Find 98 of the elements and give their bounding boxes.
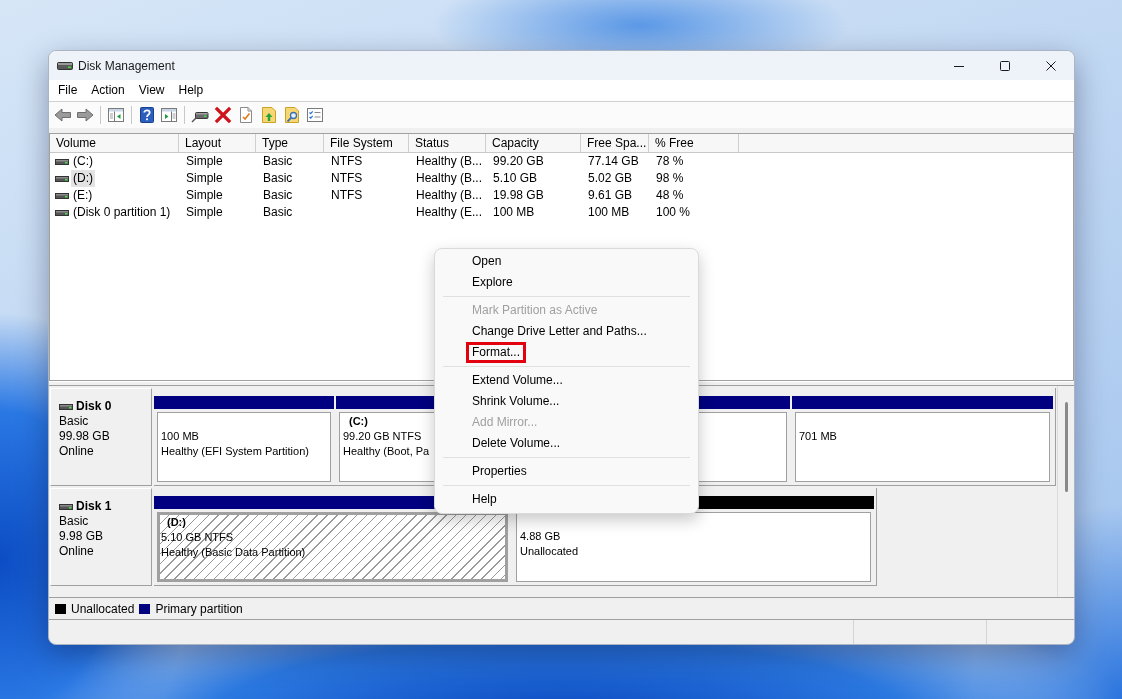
table-cell-text: Basic (262, 170, 294, 187)
menu-item[interactable]: Open (466, 251, 508, 272)
disk-status: Online (59, 444, 95, 459)
table-cell-text: Simple (185, 170, 224, 187)
window-title: Disk Management (78, 57, 175, 75)
table-cell[interactable]: (D:) (71, 170, 95, 187)
drive-icon (55, 157, 69, 166)
table-cell-text: NTFS (330, 170, 364, 187)
column-header[interactable]: Type (256, 134, 324, 152)
partition-status: Healthy (EFI System Partition) (161, 444, 309, 459)
column-header[interactable]: Layout (179, 134, 256, 152)
partition-body[interactable]: 701 MB (795, 412, 1050, 482)
column-header[interactable]: % Free (649, 134, 739, 152)
maximize-icon (1000, 60, 1010, 71)
table-cell-text: Healthy (B... (415, 153, 484, 170)
back-arrow-icon[interactable] (54, 106, 72, 124)
table-cell-text: Basic (262, 153, 294, 170)
cross-icon[interactable] (214, 106, 232, 124)
partition-size: 100 MB (161, 429, 199, 444)
forward-arrow-icon[interactable] (76, 106, 94, 124)
close-icon (1046, 60, 1056, 71)
menu-item[interactable]: Extend Volume... (466, 370, 569, 391)
drive-icon (55, 208, 69, 217)
menu-item[interactable]: Help (171, 80, 211, 101)
menu-item[interactable]: File (51, 80, 85, 101)
table-cell-text: Simple (185, 187, 224, 204)
menu-item[interactable]: Shrink Volume... (466, 391, 566, 412)
disk-drive-icon (57, 59, 73, 72)
table-cell-text: 77.14 GB (587, 153, 640, 170)
table-cell[interactable]: (E:) (71, 187, 95, 204)
menu-item[interactable]: Format... (466, 342, 526, 363)
partition-status: Healthy (Basic Data Partition) (161, 545, 306, 560)
table-cell-text: NTFS (330, 187, 364, 204)
disk-size: 99.98 GB (59, 429, 111, 444)
menu-item[interactable]: Help (466, 489, 503, 510)
column-header[interactable]: File System (324, 134, 409, 152)
menu-item[interactable]: Explore (466, 272, 519, 293)
table-cell-text: 9.61 GB (587, 187, 634, 204)
folder-up-arrow-icon[interactable] (260, 106, 278, 124)
partition-body[interactable]: (D:) 5.10 GB NTFS Healthy (Basic Data Partition) (157, 512, 508, 582)
disk-size: 9.98 GB (59, 529, 105, 544)
drive-icon (55, 174, 69, 183)
menu-item[interactable]: Action (84, 80, 132, 101)
table-cell-text: 100 MB (492, 204, 536, 221)
help-icon[interactable] (138, 106, 156, 124)
folder-search-icon[interactable] (283, 106, 301, 124)
table-cell-text: 5.10 GB (492, 170, 539, 187)
menu-item[interactable]: Delete Volume... (466, 433, 567, 454)
menu-item[interactable]: View (131, 80, 172, 101)
drive-icon (59, 402, 73, 411)
table-cell-text: NTFS (330, 153, 364, 170)
table-cell-text: 78 % (655, 153, 685, 170)
partition-body[interactable]: 4.88 GB Unallocated (516, 512, 871, 582)
disk-status: Online (59, 544, 95, 559)
checklist-icon[interactable] (306, 106, 324, 124)
legend-label: Primary partition (155, 600, 243, 618)
table-cell-text: 98 % (655, 170, 685, 187)
menu-item[interactable]: Change Drive Letter and Paths... (466, 321, 653, 342)
partition-body[interactable]: 100 MB Healthy (EFI System Partition) (157, 412, 331, 482)
drive-icon (59, 502, 73, 511)
table-cell-text: Basic (262, 187, 294, 204)
table-cell-text: 19.98 GB (492, 187, 545, 204)
disk-name: Disk 1 (76, 499, 112, 514)
partition-status: Unallocated (520, 544, 579, 559)
scrollbar-thumb[interactable] (1065, 402, 1068, 492)
partition-size: 4.88 GB (520, 529, 561, 544)
column-header[interactable]: Capacity (486, 134, 581, 152)
checked-document-icon[interactable] (237, 106, 255, 124)
disk-name: Disk 0 (76, 399, 112, 414)
partition-label: (C:) (349, 414, 368, 429)
table-cell-text: 100 % (655, 204, 692, 221)
table-cell-text: 5.02 GB (587, 170, 634, 187)
partition-status: Healthy (Boot, Pa (343, 444, 430, 459)
column-header[interactable]: Status (409, 134, 486, 152)
menu-item[interactable]: Properties (466, 461, 533, 482)
table-cell-text: Healthy (B... (415, 187, 484, 204)
partition-size: 701 MB (799, 429, 837, 444)
drive-icon (55, 191, 69, 200)
table-cell-text: 100 MB (587, 204, 631, 221)
disk-info-panel[interactable]: Disk 0 Basic 99.98 GB Online (50, 388, 152, 486)
partition-size: 99.20 GB NTFS (343, 429, 422, 444)
column-header[interactable]: Free Spa... (581, 134, 649, 152)
table-cell[interactable]: (C:) (71, 153, 95, 170)
disk-info-panel[interactable]: Disk 1 Basic 9.98 GB Online (50, 488, 152, 586)
table-cell-text: Healthy (E... (415, 204, 484, 221)
table-cell-text: Simple (185, 153, 224, 170)
column-header[interactable]: Volume (50, 134, 179, 152)
table-cell-text: Healthy (B... (415, 170, 484, 187)
legend-label: Unallocated (71, 600, 135, 618)
table-cell-text: Basic (262, 204, 294, 221)
table-cell-text: 48 % (655, 187, 685, 204)
table-cell-text: Simple (185, 204, 224, 221)
partition-label: (D:) (167, 515, 186, 530)
disk-type: Basic (59, 514, 90, 529)
disk-type: Basic (59, 414, 90, 429)
table-cell-text: 99.20 GB (492, 153, 545, 170)
partition-size: 5.10 GB NTFS (161, 530, 234, 545)
table-cell[interactable]: (Disk 0 partition 1) (71, 204, 173, 221)
